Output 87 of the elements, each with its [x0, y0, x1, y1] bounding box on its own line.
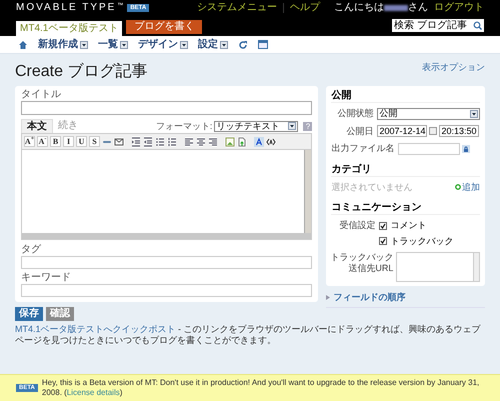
greeting-text: さん	[408, 3, 428, 13]
dropdown-arrow-icon[interactable]	[80, 40, 88, 48]
outdent-icon[interactable]	[143, 136, 153, 146]
search-icon	[473, 21, 482, 30]
format-button[interactable]: S	[89, 136, 100, 147]
image-icon[interactable]	[225, 136, 235, 146]
title-field[interactable]	[21, 101, 312, 115]
trackback-url-field[interactable]	[396, 252, 480, 282]
system-menu-link[interactable]: システムメニュー	[197, 3, 277, 13]
check-icon	[380, 238, 386, 244]
help-link[interactable]: ヘルプ	[283, 3, 320, 13]
field-label: 公開状態	[336, 107, 374, 120]
write-blog-button[interactable]: ブログを書く	[126, 20, 202, 34]
date-field[interactable]: 2007-12-14	[377, 125, 428, 138]
field-label: 受信設定	[338, 219, 376, 232]
numbered-list-icon[interactable]	[167, 136, 177, 146]
format-button[interactable]: I	[63, 136, 74, 147]
section-heading: コミュニケーション	[331, 201, 480, 215]
calendar-icon[interactable]	[429, 127, 438, 136]
align-center-icon[interactable]	[196, 136, 206, 146]
checkbox[interactable]	[379, 237, 388, 246]
add-category-link[interactable]: 追加	[462, 180, 480, 194]
save-button[interactable]: 保存	[15, 307, 43, 321]
nav-menu-item[interactable]: 一覧	[98, 40, 118, 50]
expand-arrow-icon	[326, 295, 330, 300]
window-icon[interactable]	[258, 40, 268, 49]
page-title: Create ブログ記事	[15, 64, 148, 80]
field-label: キーワード	[21, 272, 72, 284]
display-options-link[interactable]: 表示オプション	[422, 61, 485, 74]
format-button[interactable]: U	[76, 136, 87, 147]
dropdown-arrow-icon[interactable]	[120, 40, 128, 48]
add-icon	[455, 184, 461, 190]
format-button[interactable]: A$^{+}$	[24, 136, 35, 147]
indent-icon[interactable]	[131, 136, 141, 146]
blog-tab[interactable]: MT4.1ベータ版テスト	[16, 21, 122, 36]
keywords-field[interactable]	[21, 284, 312, 297]
editor-tab[interactable]: 本文	[21, 119, 53, 133]
greeting-text: こんにちは	[334, 3, 384, 13]
field-label: 公開日	[345, 124, 374, 138]
nav-menu-item[interactable]: 新規作成	[38, 40, 78, 50]
search-field[interactable]: 検索 ブログ記事	[392, 19, 484, 32]
field-order-link[interactable]: フィールドの順序	[333, 291, 406, 304]
checkbox-label: トラックバック	[390, 234, 454, 248]
format-select[interactable]: リッチテキスト	[214, 120, 298, 132]
quickpost-text: MT4.1ベータ版テストへクイックポスト - このリンクをブラウザのツールバーにドラッグすれば、興味のあるウェブページを見つけたときにいつでもブログを書くことができます。	[15, 324, 482, 346]
dropdown-arrow-icon[interactable]	[288, 122, 296, 130]
dropdown-arrow-icon[interactable]	[220, 40, 228, 48]
lock-icon[interactable]	[462, 144, 470, 153]
logo-text: MOVABLE TYPE	[16, 3, 116, 13]
align-right-icon[interactable]	[208, 136, 218, 146]
bulleted-list-icon[interactable]	[155, 136, 165, 146]
dropdown-arrow-icon[interactable]	[470, 110, 478, 118]
field-label: タグ	[21, 244, 42, 256]
home-icon[interactable]	[18, 40, 28, 50]
license-details-link[interactable]: License details	[66, 388, 120, 397]
section-heading: カテゴリ	[331, 162, 480, 176]
nav-menu-item[interactable]: デザイン	[138, 40, 178, 50]
format-label: フォーマット:	[156, 120, 212, 132]
section-heading: 公開	[331, 89, 480, 103]
logout-link[interactable]: ログアウト	[434, 3, 484, 13]
blurred-username	[384, 5, 408, 11]
tags-field[interactable]	[21, 256, 312, 269]
beta-notice-text: Hey, this is a Beta version of MT: Don't use it in production! And you'll want to upgrade to the release version by January 31, 2008. (License details)	[42, 378, 480, 398]
scrollbar	[473, 253, 479, 281]
checkbox-label: コメント	[390, 219, 426, 232]
time-field[interactable]: 20:13:50	[439, 125, 479, 138]
field-label: トラックバック	[330, 252, 394, 263]
file-upload-icon[interactable]	[237, 136, 247, 146]
field-label: 出力ファイル名	[331, 142, 394, 155]
resize-handle[interactable]	[22, 233, 312, 239]
quickpost-link[interactable]: MT4.1ベータ版テストへクイックポスト	[15, 324, 176, 334]
empty-category-text: 選択されていません	[331, 180, 412, 194]
refresh-icon[interactable]	[238, 40, 248, 50]
format-button[interactable]: A$^{-}$	[37, 136, 48, 147]
html-mode-icon[interactable]	[266, 136, 276, 146]
field-label: 送信先URL	[348, 263, 394, 274]
format-button[interactable]: B	[50, 136, 61, 147]
check-icon	[380, 222, 386, 229]
text-color-icon[interactable]	[254, 136, 264, 146]
align-left-icon[interactable]	[184, 136, 194, 146]
dropdown-arrow-icon[interactable]	[180, 40, 188, 48]
checkbox[interactable]	[379, 222, 388, 230]
status-select[interactable]: 公開	[377, 108, 480, 120]
filename-field[interactable]	[398, 142, 460, 155]
nav-menu-item[interactable]: 設定	[198, 40, 218, 50]
mail-icon[interactable]	[114, 136, 124, 146]
field-label: タイトル	[21, 89, 62, 101]
